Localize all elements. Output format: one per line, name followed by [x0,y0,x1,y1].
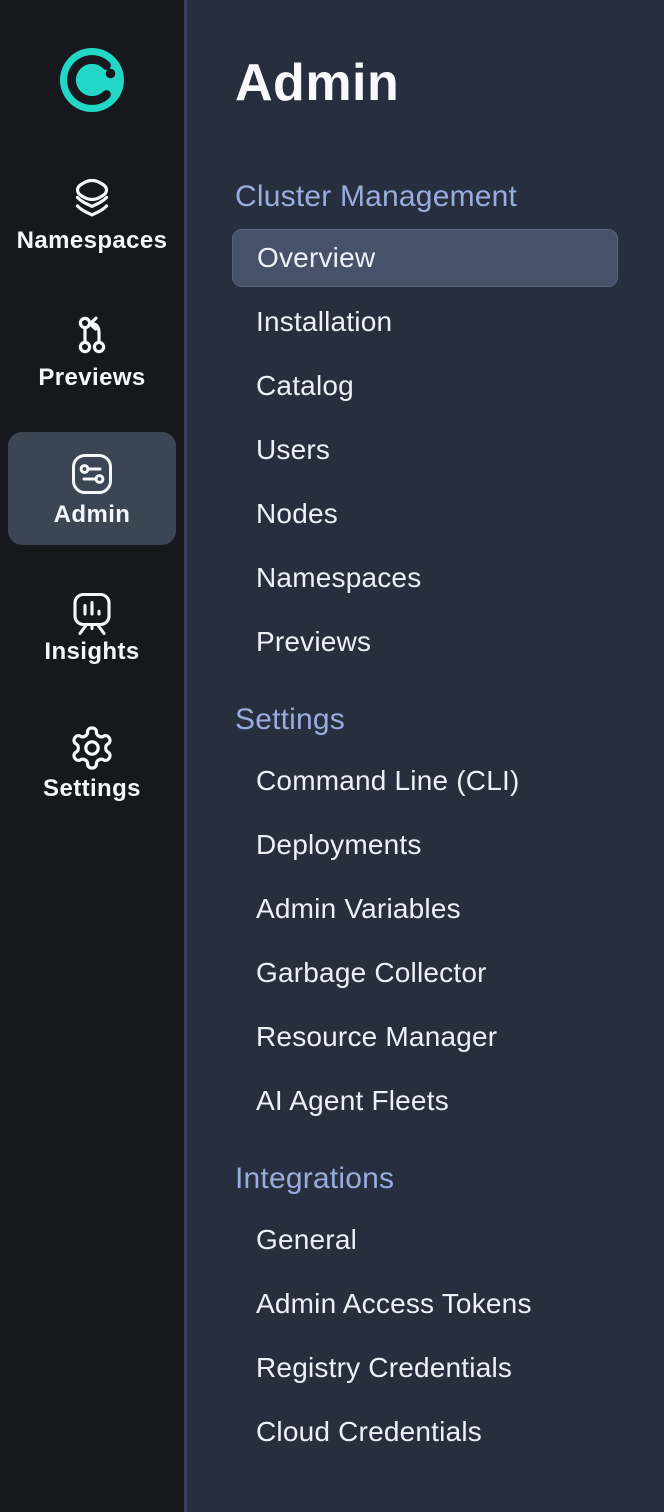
side-rail: Namespaces Previews Admin Insights Settings [0,0,184,1512]
preview-branches-icon [68,313,116,361]
menu-item-overview[interactable]: Overview [232,229,618,287]
menu-item-command-line-cli[interactable]: Command Line (CLI) [232,752,618,810]
section-cluster-management: Cluster Management Overview Installation Ca… [232,180,618,671]
menu-item-deployments[interactable]: Deployments [232,816,618,874]
admin-nav-panel: Admin Cluster Management Overview Installa… [184,0,664,1512]
insights-chart-icon [68,587,116,635]
section-settings: Settings Command Line (CLI) Deployments Adm… [232,703,618,1130]
section-items: Command Line (CLI) Deployments Admin Varia… [232,752,618,1130]
section-items: Overview Installation Catalog Users Nodes Nam… [232,229,618,671]
menu-item-admin-access-tokens[interactable]: Admin Access Tokens [232,1275,618,1333]
menu-item-admin-variables[interactable]: Admin Variables [232,880,618,938]
section-integrations: Integrations General Admin Access Tokens Re… [232,1162,618,1461]
section-items: General Admin Access Tokens Registry Crede… [232,1211,618,1461]
menu-item-resource-manager[interactable]: Resource Manager [232,1008,618,1066]
menu-item-namespaces[interactable]: Namespaces [232,549,618,607]
menu-item-general[interactable]: General [232,1211,618,1269]
rail-item-namespaces[interactable]: Namespaces [8,158,176,271]
menu-item-installation[interactable]: Installation [232,293,618,351]
app-window: Namespaces Previews Admin Insights Settings … [0,0,664,1512]
rail-item-label: Insights [44,640,139,664]
rail-item-label: Settings [43,777,141,801]
section-heading: Cluster Management [232,180,618,214]
brand-logo-icon[interactable] [60,48,124,112]
gear-icon [68,724,116,772]
menu-item-cloud-credentials[interactable]: Cloud Credentials [232,1403,618,1461]
admin-sliders-icon [68,450,116,498]
section-heading: Settings [232,703,618,737]
menu-item-ai-agent-fleets[interactable]: AI Agent Fleets [232,1072,618,1130]
section-heading: Integrations [232,1162,618,1196]
menu-item-catalog[interactable]: Catalog [232,357,618,415]
menu-item-users[interactable]: Users [232,421,618,479]
rail-item-admin[interactable]: Admin [8,432,176,545]
page-title: Admin [232,57,618,109]
layers-icon [68,176,116,224]
rail-item-previews[interactable]: Previews [8,295,176,408]
rail-item-settings[interactable]: Settings [8,706,176,819]
rail-item-label: Admin [54,503,131,527]
menu-item-nodes[interactable]: Nodes [232,485,618,543]
menu-item-registry-credentials[interactable]: Registry Credentials [232,1339,618,1397]
menu-item-garbage-collector[interactable]: Garbage Collector [232,944,618,1002]
rail-nav: Namespaces Previews Admin Insights Settings [0,158,184,819]
rail-item-label: Namespaces [17,229,168,253]
rail-item-insights[interactable]: Insights [8,569,176,682]
panel-sections: Cluster Management Overview Installation Ca… [232,180,618,1461]
rail-item-label: Previews [38,366,145,390]
menu-item-previews[interactable]: Previews [232,613,618,671]
